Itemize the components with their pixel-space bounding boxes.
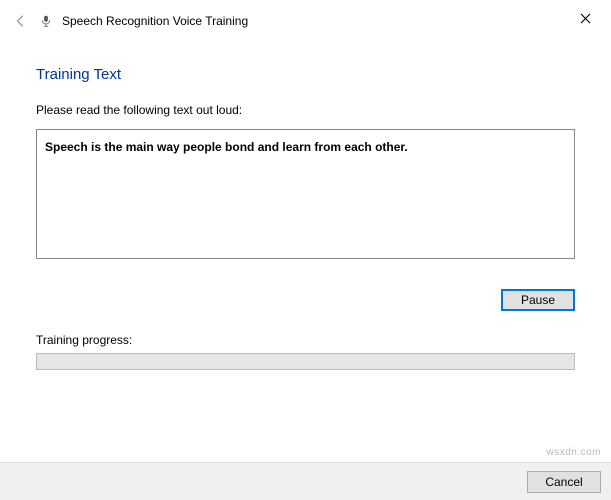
back-arrow-icon[interactable] xyxy=(14,14,28,28)
main-content: Training Text Please read the following … xyxy=(0,36,611,370)
close-button[interactable] xyxy=(573,6,597,30)
window-title: Speech Recognition Voice Training xyxy=(62,14,248,28)
instruction-text: Please read the following text out loud: xyxy=(36,103,575,117)
progress-bar xyxy=(36,353,575,370)
training-text-box: Speech is the main way people bond and l… xyxy=(36,129,575,259)
section-heading: Training Text xyxy=(36,66,575,83)
progress-label: Training progress: xyxy=(36,333,575,347)
pause-row: Pause xyxy=(36,289,575,311)
microphone-icon xyxy=(40,14,54,28)
cancel-button[interactable]: Cancel xyxy=(527,471,601,493)
training-sentence: Speech is the main way people bond and l… xyxy=(45,140,566,154)
watermark-text: wsxdn.com xyxy=(546,447,601,458)
pause-button[interactable]: Pause xyxy=(501,289,575,311)
window-header: Speech Recognition Voice Training xyxy=(0,0,611,36)
dialog-footer: Cancel xyxy=(0,462,611,500)
